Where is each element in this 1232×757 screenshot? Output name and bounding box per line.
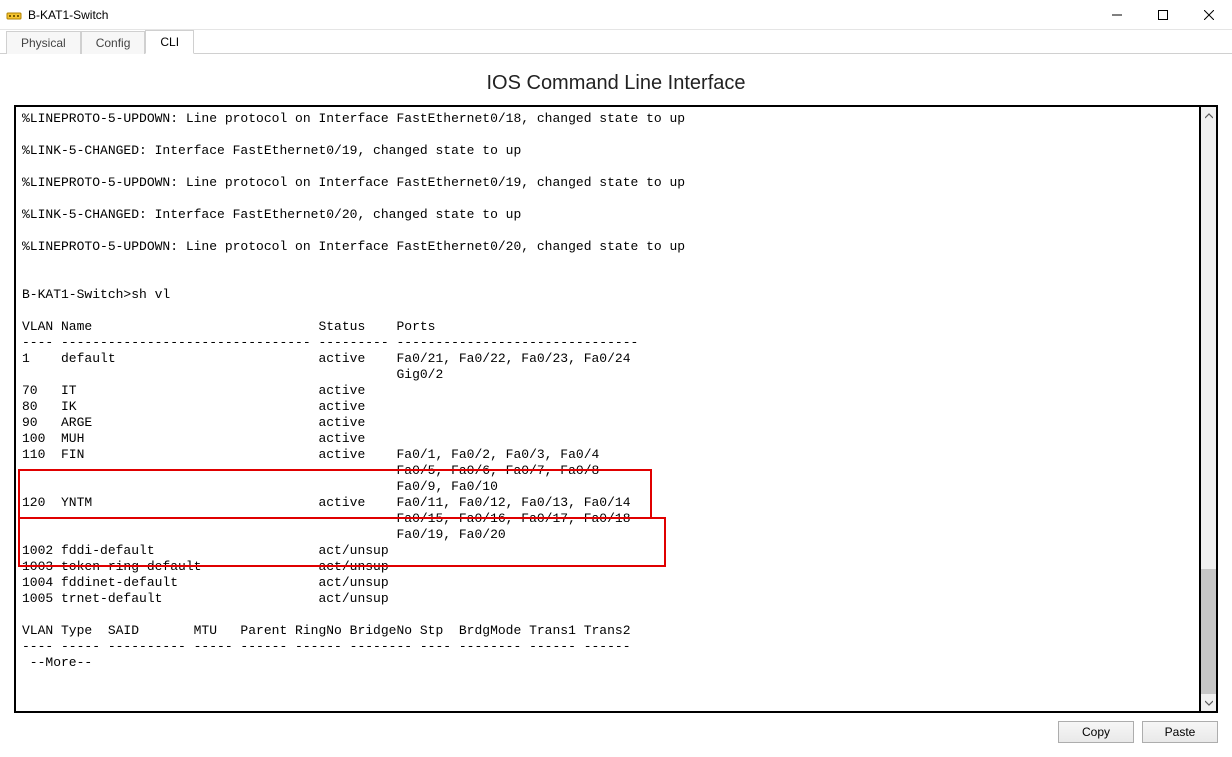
terminal-output[interactable]: %LINEPROTO-5-UPDOWN: Line protocol on In… [14, 105, 1201, 713]
cli-heading: IOS Command Line Interface [14, 72, 1218, 95]
tab-physical[interactable]: Physical [6, 31, 81, 54]
highlight-box [18, 469, 652, 519]
scrollbar[interactable] [1201, 105, 1218, 713]
window-controls [1094, 0, 1232, 29]
minimize-button[interactable] [1094, 0, 1140, 29]
app-icon [6, 7, 22, 23]
content-area: IOS Command Line Interface %LINEPROTO-5-… [0, 54, 1232, 757]
tab-config[interactable]: Config [81, 31, 146, 54]
maximize-button[interactable] [1140, 0, 1186, 29]
scroll-up-arrow-icon[interactable] [1201, 107, 1216, 124]
close-button[interactable] [1186, 0, 1232, 29]
tabs-bar: Physical Config CLI [0, 30, 1232, 54]
highlight-box [18, 517, 666, 567]
titlebar: B-KAT1-Switch [0, 0, 1232, 30]
tab-cli[interactable]: CLI [145, 30, 194, 54]
scroll-track[interactable] [1201, 124, 1216, 694]
paste-button[interactable]: Paste [1142, 721, 1218, 743]
scroll-down-arrow-icon[interactable] [1201, 694, 1216, 711]
terminal-container: %LINEPROTO-5-UPDOWN: Line protocol on In… [14, 105, 1218, 713]
scroll-thumb[interactable] [1201, 569, 1216, 694]
buttons-row: Copy Paste [14, 721, 1218, 743]
window-title: B-KAT1-Switch [28, 8, 108, 22]
copy-button[interactable]: Copy [1058, 721, 1134, 743]
